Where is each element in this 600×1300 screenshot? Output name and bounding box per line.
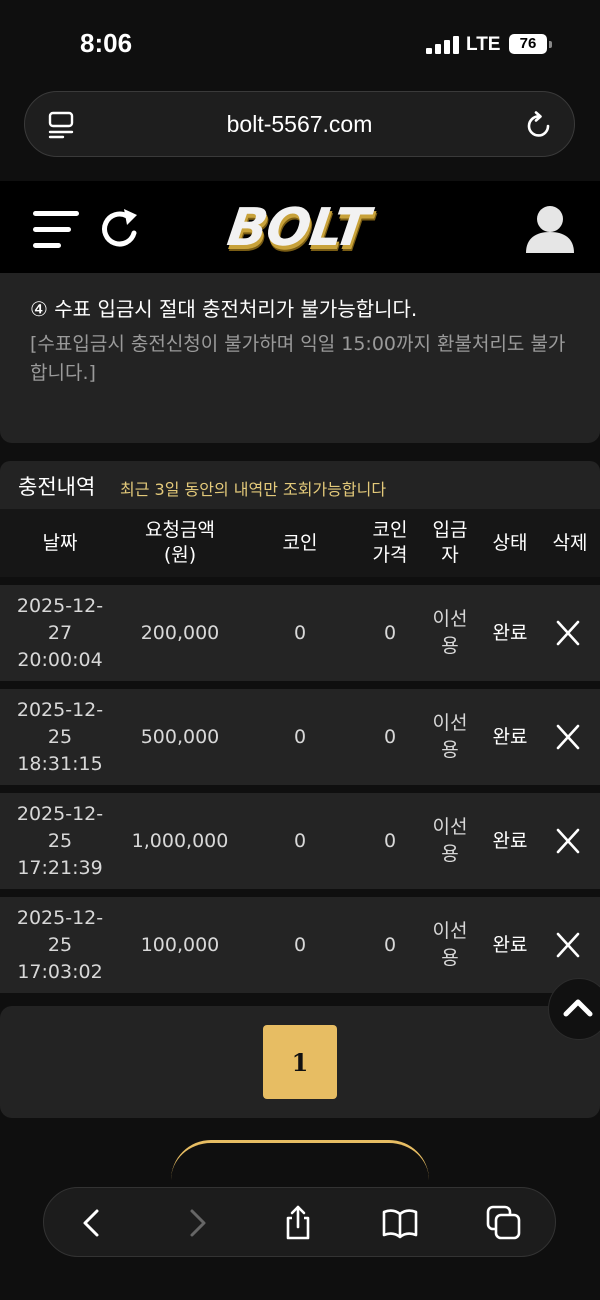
site-header: BOLT [0, 181, 600, 273]
row-depositor: 이선 용 [432, 712, 468, 761]
pagination: 1 [0, 1006, 600, 1118]
site-logo[interactable]: BOLT [224, 197, 383, 259]
row-date: 2025-12- 25 17:21:39 [16, 802, 104, 879]
user-icon[interactable] [524, 204, 576, 254]
row-amount: 500,000 [140, 725, 220, 748]
table-row: 2025-12- 25 17:21:39 1,000,000 0 0 이선 용 … [0, 793, 600, 889]
column-delete: 삭제 [552, 531, 588, 554]
row-coin: 0 [293, 725, 307, 748]
signal-icon [426, 36, 460, 54]
chevron-up-icon [563, 999, 593, 1017]
close-icon[interactable] [548, 615, 588, 651]
table-header: 날짜 요청금액 (원) 코인 코인 가격 입금 자 상태 삭제 [0, 509, 600, 577]
row-date: 2025-12- 25 18:31:15 [16, 698, 104, 775]
column-amount: 요청금액 (원) [145, 519, 215, 566]
notice-panel: ④ 수표 입금시 절대 충전처리가 불가능합니다. [수표입금시 충전신청이 불… [0, 273, 600, 443]
back-icon[interactable] [74, 1205, 110, 1241]
table-row: 2025-12- 25 18:31:15 500,000 0 0 이선 용 완료 [0, 689, 600, 785]
row-amount: 1,000,000 [131, 829, 229, 852]
row-coin: 0 [293, 933, 307, 956]
column-depositor: 입금 자 [432, 519, 468, 566]
reload-icon[interactable] [524, 110, 554, 140]
notice-title: ④ 수표 입금시 절대 충전처리가 불가능합니다. [30, 297, 418, 321]
row-coin-price: 0 [383, 621, 397, 644]
row-status: 완료 [492, 621, 528, 644]
column-status: 상태 [492, 531, 528, 554]
row-date: 2025-12- 27 20:00:04 [16, 594, 104, 671]
history-title: 충전내역 [18, 475, 96, 499]
row-coin: 0 [293, 621, 307, 644]
notice-description: [수표입금시 충전신청이 불가하며 익일 15:00까지 환불처리도 불가합니다… [30, 333, 566, 384]
url-text[interactable]: bolt-5567.com [25, 111, 574, 138]
page-button-current[interactable]: 1 [263, 1025, 337, 1099]
history-header: 충전내역 최근 3일 동안의 내역만 조회가능합니다 [0, 461, 600, 509]
network-type: LTE [466, 34, 501, 55]
hamburger-icon[interactable] [33, 210, 79, 250]
row-depositor: 이선 용 [432, 608, 468, 657]
row-depositor: 이선 용 [432, 920, 468, 969]
row-coin-price: 0 [383, 725, 397, 748]
close-icon[interactable] [548, 823, 588, 859]
table-row: 2025-12- 25 17:03:02 100,000 0 0 이선 용 완료 [0, 897, 600, 993]
close-icon[interactable] [548, 927, 588, 963]
tabs-icon[interactable] [486, 1205, 522, 1241]
address-bar[interactable]: bolt-5567.com [24, 91, 575, 157]
forward-icon[interactable] [179, 1205, 215, 1241]
refresh-icon[interactable] [100, 207, 142, 251]
battery-icon: 76 [509, 34, 547, 54]
history-subtitle: 최근 3일 동안의 내역만 조회가능합니다 [120, 480, 387, 499]
row-date: 2025-12- 25 17:03:02 [16, 906, 104, 983]
row-coin-price: 0 [383, 933, 397, 956]
row-status: 완료 [492, 829, 528, 852]
row-depositor: 이선 용 [432, 816, 468, 865]
bookmarks-icon[interactable] [382, 1205, 418, 1241]
share-icon[interactable] [280, 1205, 316, 1241]
row-amount: 100,000 [140, 933, 220, 956]
row-coin: 0 [293, 829, 307, 852]
status-bar: 8:06 LTE 76 [0, 0, 600, 88]
battery-cap [549, 41, 552, 48]
status-time: 8:06 [80, 28, 133, 58]
row-status: 완료 [492, 933, 528, 956]
column-coin-price: 코인 가격 [372, 519, 408, 566]
row-status: 완료 [492, 725, 528, 748]
column-date: 날짜 [42, 531, 78, 554]
row-coin-price: 0 [383, 829, 397, 852]
table-row: 2025-12- 27 20:00:04 200,000 0 0 이선 용 완료 [0, 585, 600, 681]
browser-toolbar [43, 1187, 556, 1257]
scroll-top-button[interactable] [548, 978, 600, 1040]
column-coin: 코인 [282, 531, 318, 554]
close-icon[interactable] [548, 719, 588, 755]
row-amount: 200,000 [140, 621, 220, 644]
